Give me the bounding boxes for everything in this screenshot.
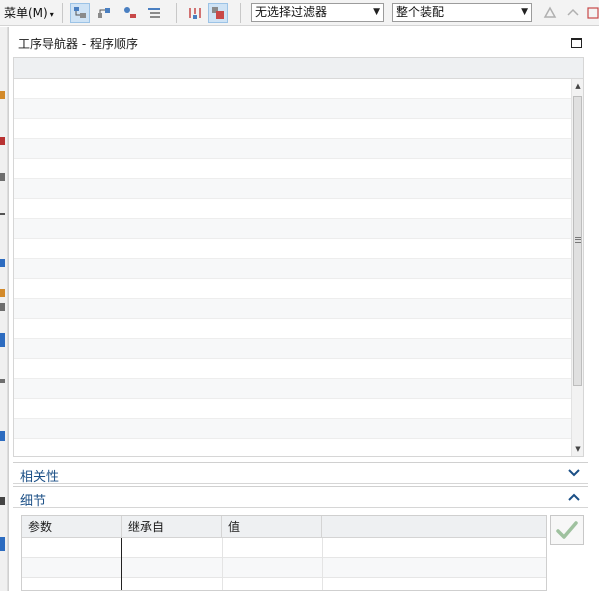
resource-icon[interactable] xyxy=(0,289,5,297)
tree-row[interactable] xyxy=(14,159,571,179)
selection-filter-dropdown[interactable]: 无选择过滤器 ▼ xyxy=(251,3,384,22)
tree-row[interactable] xyxy=(14,139,571,159)
tree-header[interactable] xyxy=(14,58,583,79)
column-divider xyxy=(322,538,323,590)
resource-icon[interactable] xyxy=(0,91,5,99)
operation-navigator-panel: 工序导航器 - 程序顺序 ▲ ▼ 相关性 细节 参数 继承自 值 xyxy=(8,27,599,591)
machine-tool-view-button[interactable] xyxy=(94,3,114,23)
tree-row[interactable] xyxy=(14,399,571,419)
resource-icon[interactable] xyxy=(0,379,5,383)
deselect-button[interactable] xyxy=(584,3,599,23)
tree-row[interactable] xyxy=(14,379,571,399)
select-button[interactable] xyxy=(563,3,583,23)
dependencies-section-header[interactable]: 相关性 xyxy=(13,462,588,485)
table-row[interactable] xyxy=(22,578,546,590)
tree-row[interactable] xyxy=(14,279,571,299)
details-table: 参数 继承自 值 xyxy=(21,515,547,591)
method-view-button[interactable] xyxy=(144,3,164,23)
deselect-icon xyxy=(587,7,599,19)
toolbar-separator xyxy=(240,3,241,23)
geometry-view-button[interactable] xyxy=(120,3,140,23)
toolbar-separator xyxy=(176,3,177,23)
scroll-up-arrow-icon[interactable]: ▲ xyxy=(572,79,583,93)
scope-filter-value: 整个装配 xyxy=(396,5,445,19)
details-section-header[interactable]: 细节 xyxy=(13,486,588,509)
chevron-up-icon[interactable] xyxy=(566,488,582,506)
grip-icon xyxy=(575,237,581,243)
panel-title: 工序导航器 - 程序顺序 xyxy=(18,37,138,51)
resource-icon[interactable] xyxy=(0,333,5,347)
resource-bar xyxy=(0,27,8,591)
navigator-tree[interactable]: ▲ ▼ xyxy=(13,57,584,457)
resource-icon[interactable] xyxy=(0,431,5,441)
tree-row[interactable] xyxy=(14,99,571,119)
resource-icon[interactable] xyxy=(0,303,5,311)
tree-row[interactable] xyxy=(14,259,571,279)
tree-row[interactable] xyxy=(14,119,571,139)
assembly-navigator-button[interactable] xyxy=(208,3,228,23)
menu-arrow-icon: ▾ xyxy=(49,10,54,19)
toolbar-separator xyxy=(62,3,63,23)
snap-button[interactable] xyxy=(540,3,560,23)
find-button[interactable] xyxy=(185,3,205,23)
resource-icon[interactable] xyxy=(0,137,5,145)
scope-filter-dropdown[interactable]: 整个装配 ▼ xyxy=(392,3,532,22)
maximize-icon[interactable] xyxy=(571,38,582,48)
resource-icon[interactable] xyxy=(0,213,5,215)
find-object-icon xyxy=(189,8,201,19)
tree-row[interactable] xyxy=(14,439,571,456)
column-resize-handle[interactable] xyxy=(121,538,122,590)
checkmark-icon xyxy=(556,521,578,539)
tree-row[interactable] xyxy=(14,299,571,319)
machine-tool-icon xyxy=(98,8,110,18)
tree-row[interactable] xyxy=(14,79,571,99)
column-divider xyxy=(222,538,223,590)
dependencies-label: 相关性 xyxy=(20,470,60,485)
resource-icon[interactable] xyxy=(0,259,5,267)
details-label: 细节 xyxy=(20,494,47,509)
details-table-header: 参数 继承自 值 xyxy=(22,516,546,538)
dropdown-arrow-icon: ▼ xyxy=(373,7,380,17)
vertical-scrollbar[interactable]: ▲ ▼ xyxy=(571,79,583,456)
column-header-blank xyxy=(322,516,546,538)
tree-row[interactable] xyxy=(14,359,571,379)
tree-row[interactable] xyxy=(14,219,571,239)
column-header-value[interactable]: 值 xyxy=(222,516,322,538)
scrollbar-thumb[interactable] xyxy=(573,96,582,386)
menu-label: 菜单(M) xyxy=(4,6,48,20)
assembly-icon xyxy=(212,7,224,19)
apply-button[interactable] xyxy=(550,515,584,545)
geometry-icon xyxy=(124,7,136,18)
tree-row[interactable] xyxy=(14,339,571,359)
table-row[interactable] xyxy=(22,538,546,558)
tree-row[interactable] xyxy=(14,239,571,259)
method-icon xyxy=(148,8,160,18)
program-order-icon xyxy=(74,7,86,18)
tree-row[interactable] xyxy=(14,179,571,199)
resource-icon[interactable] xyxy=(0,497,5,505)
select-icon xyxy=(567,8,579,16)
scroll-down-arrow-icon[interactable]: ▼ xyxy=(572,442,583,456)
selection-filter-value: 无选择过滤器 xyxy=(255,5,328,19)
resource-icon[interactable] xyxy=(0,173,5,181)
chevron-down-icon[interactable] xyxy=(566,464,582,482)
program-order-view-button[interactable] xyxy=(70,3,90,23)
tree-row[interactable] xyxy=(14,419,571,439)
top-toolbar: 菜单(M) ▾ 无选择过滤器 ▼ 整个装配 ▼ xyxy=(0,0,599,26)
snap-icon xyxy=(543,6,557,18)
column-header-inherited-from[interactable]: 继承自 xyxy=(122,516,222,538)
resource-icon[interactable] xyxy=(0,537,5,551)
dropdown-arrow-icon: ▼ xyxy=(521,7,528,17)
column-header-parameter[interactable]: 参数 xyxy=(22,516,122,538)
tree-row[interactable] xyxy=(14,199,571,219)
tree-row[interactable] xyxy=(14,319,571,339)
table-row[interactable] xyxy=(22,558,546,578)
menu-button[interactable]: 菜单(M) ▾ xyxy=(4,4,54,22)
